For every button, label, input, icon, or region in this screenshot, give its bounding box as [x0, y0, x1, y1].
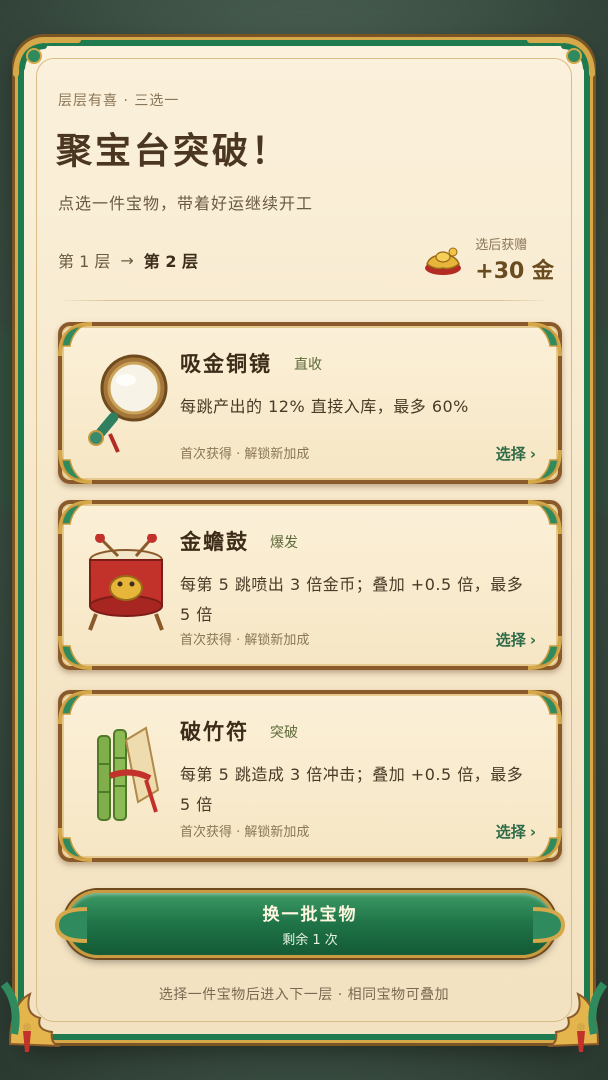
bronze-mirror-icon — [88, 354, 168, 453]
card-name: 破竹符 — [180, 720, 249, 744]
chevron-right-icon: › — [529, 822, 536, 841]
red-tassel-icon — [23, 1023, 31, 1052]
footer-hint: 选择一件宝物后进入下一层 · 相同宝物可叠加 — [158, 987, 450, 1003]
card-name: 吸金铜镜 — [180, 352, 272, 376]
jade-corner-ornament-icon — [527, 37, 595, 77]
floor-from: 第 1 层 — [58, 252, 111, 271]
card-tag: 爆发 — [270, 535, 298, 551]
floor-to: 第 2 层 — [143, 252, 199, 271]
subtitle: 层层有喜 · 三选一 — [58, 93, 180, 109]
refresh-label: 换一批宝物 — [262, 905, 358, 925]
red-tassel-icon — [577, 1023, 585, 1052]
treasure-card-bamboo[interactable]: 破竹符 突破 每第 5 跳造成 3 倍冲击；叠加 +0.5 倍，最多 5 倍 首… — [58, 690, 562, 862]
reward-label: 选后获赠 — [475, 238, 528, 253]
page-title: 聚宝台突破！ — [56, 131, 291, 172]
card-tag: 突破 — [270, 725, 298, 741]
card-effect: 每第 5 跳喷出 3 倍金币；叠加 +0.5 倍，最多 5 倍 — [180, 575, 524, 624]
floor-progress: 第 1 层 → 第 2 层 — [58, 248, 198, 272]
bamboo-talisman-icon — [97, 726, 160, 821]
card-corner-ornament-icon — [527, 500, 562, 535]
cloud-corner-ornament-icon — [0, 981, 61, 1047]
card-corner-ornament-icon — [527, 322, 562, 357]
reward-amount: +30 金 — [475, 259, 554, 284]
treasure-card-mirror[interactable]: 吸金铜镜 直收 每跳产出的 12% 直接入库，最多 60% 首次获得 · 解锁新… — [58, 322, 562, 484]
gold-ingot-icon — [425, 247, 462, 275]
arrow-right-icon: → — [120, 250, 134, 270]
description: 点选一件宝物，带着好运继续开工 — [58, 194, 314, 213]
cloud-corner-ornament-icon — [547, 981, 608, 1047]
jade-cap-ornament-icon — [54, 907, 88, 943]
card-meta: 首次获得 · 解锁新加成 — [180, 633, 310, 648]
treasure-choice-panel: 层层有喜 · 三选一 聚宝台突破！ 点选一件宝物，带着好运继续开工 第 1 层 … — [0, 37, 608, 1047]
golden-toad-drum-icon — [88, 534, 164, 631]
treasure-card-drum[interactable]: 金蟾鼓 爆发 每第 5 跳喷出 3 倍金币；叠加 +0.5 倍，最多 5 倍 首… — [58, 500, 562, 670]
card-corner-ornament-icon — [527, 690, 562, 725]
chevron-right-icon: › — [529, 444, 536, 463]
jade-cap-ornament-icon — [532, 907, 566, 943]
select-button[interactable]: 选择 › — [496, 443, 536, 464]
select-button[interactable]: 选择 › — [496, 629, 536, 650]
card-meta: 首次获得 · 解锁新加成 — [180, 447, 310, 462]
card-tag: 直收 — [294, 357, 322, 373]
divider — [58, 300, 550, 301]
card-effect: 每第 5 跳造成 3 倍冲击；叠加 +0.5 倍，最多 5 倍 — [180, 765, 524, 814]
chevron-right-icon: › — [529, 630, 536, 649]
refresh-remaining: 剩余 1 次 — [282, 933, 338, 948]
reward-badge: 选后获赠 +30 金 — [421, 234, 554, 285]
select-button[interactable]: 选择 › — [496, 821, 536, 842]
refresh-treasures-button[interactable]: 换一批宝物 剩余 1 次 — [54, 890, 566, 958]
card-effect: 每跳产出的 12% 直接入库，最多 60% — [180, 397, 469, 416]
jade-corner-ornament-icon — [13, 37, 81, 77]
card-meta: 首次获得 · 解锁新加成 — [180, 825, 310, 840]
card-name: 金蟾鼓 — [180, 530, 249, 554]
